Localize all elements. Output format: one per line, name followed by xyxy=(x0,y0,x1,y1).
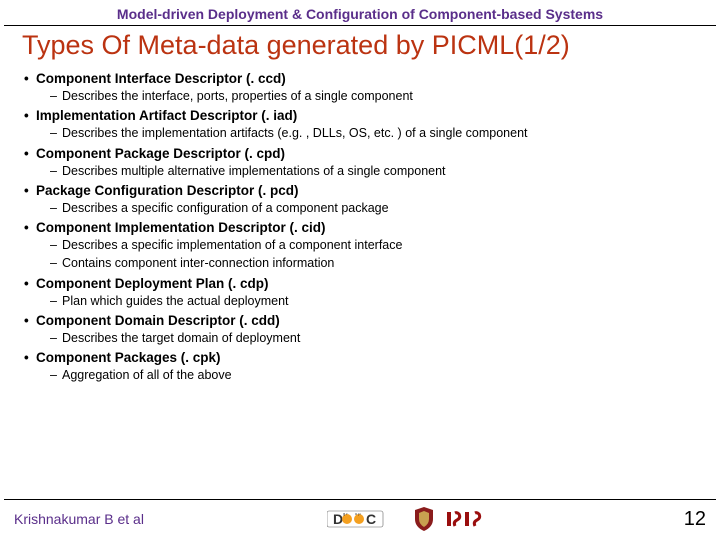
sub-item: Plan which guides the actual deployment xyxy=(50,293,696,309)
page-header: Model-driven Deployment & Configuration … xyxy=(0,0,720,25)
sub-item: Describes a specific configuration of a … xyxy=(50,200,696,216)
svg-text:g r: g r xyxy=(343,511,348,516)
svg-text:C: C xyxy=(366,511,376,527)
sub-item: Aggregation of all of the above xyxy=(50,367,696,383)
doc-group-logo-icon: D C g r u p xyxy=(327,507,403,531)
slide-content: Component Interface Descriptor (. ccd) D… xyxy=(0,71,720,383)
sub-item: Describes the interface, ports, properti… xyxy=(50,88,696,104)
footer-logos: D C g r u p xyxy=(327,506,501,532)
bullet-item: Component Domain Descriptor (. cdd) xyxy=(24,313,696,328)
bullet-item: Component Deployment Plan (. cdp) xyxy=(24,276,696,291)
footer-divider xyxy=(4,499,716,500)
slide-title: Types Of Meta-data generated by PICML(1/… xyxy=(0,26,720,67)
sub-item: Describes multiple alternative implement… xyxy=(50,163,696,179)
bullet-item: Implementation Artifact Descriptor (. ia… xyxy=(24,108,696,123)
bullet-item: Component Interface Descriptor (. ccd) xyxy=(24,71,696,86)
isis-logo-icon xyxy=(445,507,501,531)
page-number: 12 xyxy=(684,508,706,531)
sub-item: Describes a specific implementation of a… xyxy=(50,237,696,253)
shield-logo-icon xyxy=(413,506,435,532)
slide-footer: Krishnakumar B et al D C g r u p xyxy=(0,493,720,540)
sub-item: Describes the target domain of deploymen… xyxy=(50,330,696,346)
bullet-item: Component Packages (. cpk) xyxy=(24,350,696,365)
svg-text:u p: u p xyxy=(355,511,361,516)
sub-item: Contains component inter-connection info… xyxy=(50,255,696,271)
bullet-item: Component Package Descriptor (. cpd) xyxy=(24,146,696,161)
bullet-item: Package Configuration Descriptor (. pcd) xyxy=(24,183,696,198)
sub-item: Describes the implementation artifacts (… xyxy=(50,125,696,141)
author-label: Krishnakumar B et al xyxy=(14,511,144,527)
bullet-item: Component Implementation Descriptor (. c… xyxy=(24,220,696,235)
svg-text:D: D xyxy=(333,511,343,527)
